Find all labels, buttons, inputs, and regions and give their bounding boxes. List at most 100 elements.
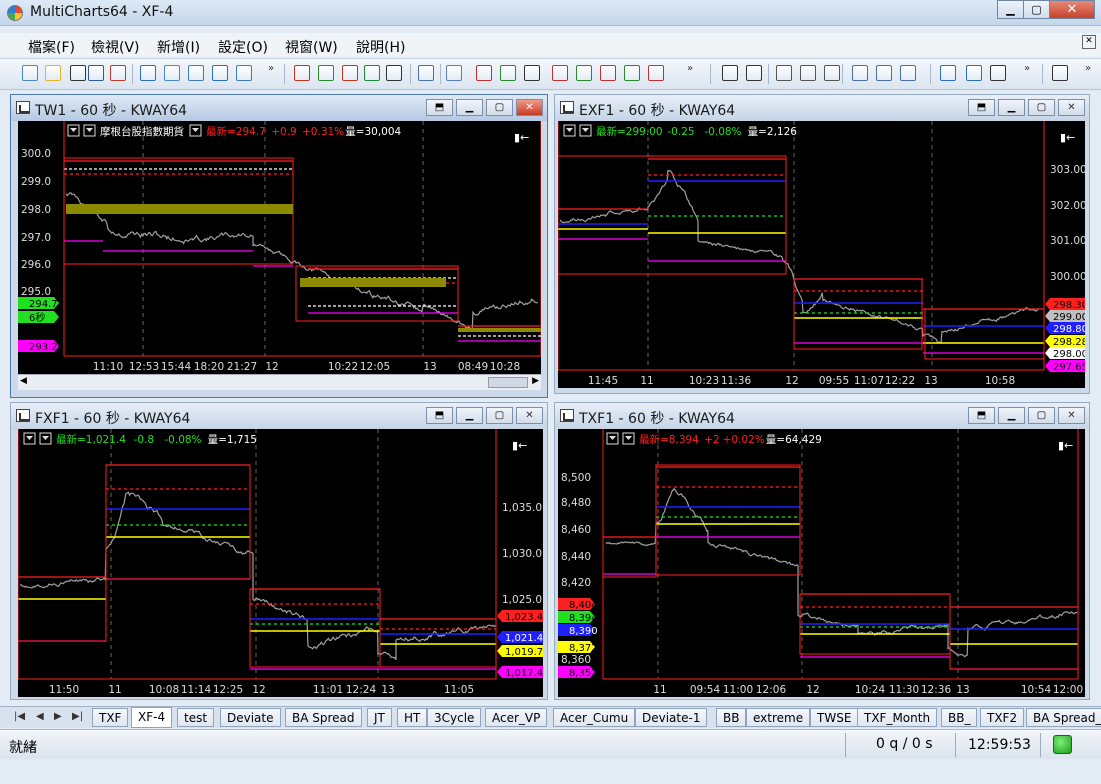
trendline-icon[interactable] bbox=[1052, 65, 1068, 81]
close-button[interactable]: ✕ bbox=[1049, 0, 1095, 19]
dropdown-icon[interactable] bbox=[70, 65, 86, 81]
image-icon[interactable] bbox=[876, 65, 892, 81]
forward-icon[interactable] bbox=[966, 65, 982, 81]
close-icon[interactable]: ✕ bbox=[516, 99, 543, 116]
scanner-icon[interactable] bbox=[164, 65, 180, 81]
close-icon[interactable]: ✕ bbox=[516, 407, 543, 424]
strategy-icon[interactable] bbox=[318, 65, 334, 81]
chart-plot-fxf1[interactable]: 最新=1,021.4 -0.8 -0.08% 量=1,715 ▮← 1,035.0 1,03… bbox=[18, 429, 543, 697]
kagi-icon[interactable] bbox=[576, 65, 592, 81]
draw-dropdown-icon[interactable] bbox=[386, 65, 402, 81]
close-icon[interactable]: ✕ bbox=[1058, 407, 1085, 424]
chart-window-fxf1[interactable]: FXF1 - 60 秒 - KWAY64 ⬒ ▁ ▢ ✕ 最新=1,021.4-… bbox=[10, 402, 548, 700]
study-icon[interactable] bbox=[446, 65, 462, 81]
tab-txf2[interactable]: TXF2 bbox=[980, 708, 1025, 727]
tab-acer-vp[interactable]: Acer_VP bbox=[485, 708, 548, 727]
tab-ba-spread[interactable]: BA Spread bbox=[285, 708, 362, 727]
chart-window-txf1[interactable]: TXF1 - 60 秒 - KWAY64 ⬒ ▁ ▢ ✕ 最新=8,394 +2 +… bbox=[554, 402, 1090, 700]
minimize-icon[interactable]: ▁ bbox=[456, 407, 483, 424]
chart-window-exf1[interactable]: EXF1 - 60 秒 - KWAY64 ⬒ ▁ ▢ ✕ 最新=299.00 -0… bbox=[554, 94, 1090, 394]
toolbar-overflow-icon[interactable]: » bbox=[268, 63, 274, 74]
menu-window[interactable]: 視窗(W) bbox=[285, 37, 338, 57]
renko-icon[interactable] bbox=[600, 65, 616, 81]
dom-icon[interactable] bbox=[188, 65, 204, 81]
restore-icon[interactable]: ▢ bbox=[486, 407, 513, 424]
tab-last-icon[interactable]: ▶| bbox=[72, 711, 83, 722]
tab-prev-icon[interactable]: ◀ bbox=[36, 711, 44, 722]
signal-icon[interactable] bbox=[342, 65, 358, 81]
tab-twse[interactable]: TWSE bbox=[810, 708, 859, 727]
price-chart-svg[interactable]: 最新=8,394 +2 +0.02% 量=64,429 ▮← 8,500 8,480 8,46… bbox=[558, 429, 1085, 697]
format-window-icon[interactable]: ⬒ bbox=[426, 99, 453, 116]
tab-ba-spread-2[interactable]: BA Spread_2 bbox=[1026, 708, 1101, 727]
chart-plot-exf1[interactable]: 最新=299.00 -0.25 -0.08% 量=2,126 ▮← 303.00 302.0… bbox=[558, 121, 1085, 388]
toolbar-overflow-icon[interactable]: » bbox=[687, 63, 693, 74]
format-window-icon[interactable]: ⬒ bbox=[968, 407, 995, 424]
scrollbar-thumb[interactable] bbox=[488, 377, 528, 388]
candle-icon[interactable] bbox=[500, 65, 516, 81]
hourglass-icon[interactable] bbox=[990, 65, 1006, 81]
chart-plot-txf1[interactable]: 最新=8,394 +2 +0.02% 量=64,429 ▮← 8,500 8,480 8,46… bbox=[558, 429, 1085, 697]
minimize-icon[interactable]: ▁ bbox=[998, 99, 1025, 116]
back-icon[interactable] bbox=[940, 65, 956, 81]
tab-xf-4[interactable]: XF-4 bbox=[131, 707, 173, 728]
zoom-out-icon[interactable] bbox=[800, 65, 816, 81]
tab-txf[interactable]: TXF bbox=[92, 708, 129, 727]
crosshair-icon[interactable] bbox=[746, 65, 762, 81]
scroll-left-icon[interactable]: ◀ bbox=[20, 376, 27, 386]
volume-icon[interactable] bbox=[624, 65, 640, 81]
tab-bb-[interactable]: BB_ bbox=[941, 708, 978, 727]
menu-view[interactable]: 檢視(V) bbox=[91, 37, 140, 57]
save-icon[interactable] bbox=[88, 65, 104, 81]
arrow-cursor-icon[interactable] bbox=[722, 65, 738, 81]
tab-deviate-1[interactable]: Deviate-1 bbox=[635, 708, 708, 727]
menu-file[interactable]: 檔案(F) bbox=[28, 37, 75, 57]
menu-settings[interactable]: 設定(O) bbox=[218, 37, 268, 57]
chart-plot-tw1[interactable]: 摩根台股指數期貨 最新=294.7 +0.9 +0.31% 量=30,004 ▮← 300.… bbox=[18, 121, 541, 374]
tab-ht[interactable]: HT bbox=[397, 708, 428, 727]
restore-icon[interactable]: ▢ bbox=[486, 99, 513, 116]
minimize-icon[interactable]: ▁ bbox=[998, 407, 1025, 424]
chart-icon[interactable] bbox=[140, 65, 156, 81]
portfolio-icon[interactable] bbox=[236, 65, 252, 81]
order-icon[interactable] bbox=[212, 65, 228, 81]
close-icon[interactable]: ✕ bbox=[1058, 99, 1085, 116]
price-chart-svg[interactable]: 摩根台股指數期貨 最新=294.7 +0.9 +0.31% 量=30,004 ▮← 300.… bbox=[18, 121, 541, 374]
format-window-icon[interactable]: ⬒ bbox=[426, 407, 453, 424]
tab-extreme[interactable]: extreme bbox=[746, 708, 811, 727]
point-figure-icon[interactable] bbox=[552, 65, 568, 81]
menu-help[interactable]: 說明(H) bbox=[356, 37, 405, 57]
tab-deviate[interactable]: Deviate bbox=[220, 708, 281, 727]
toolbar-overflow-icon[interactable]: » bbox=[1024, 63, 1030, 74]
format-icon[interactable] bbox=[418, 65, 434, 81]
draw-tool-icon[interactable] bbox=[364, 65, 380, 81]
new-workspace-icon[interactable] bbox=[22, 65, 38, 81]
edit-icon[interactable] bbox=[110, 65, 126, 81]
scroll-right-icon[interactable]: ▶ bbox=[532, 376, 539, 386]
toolbar-overflow-icon[interactable]: » bbox=[1085, 63, 1091, 74]
tab-test[interactable]: test bbox=[177, 708, 215, 727]
tab-jt[interactable]: JT bbox=[367, 708, 392, 727]
refresh-icon[interactable] bbox=[900, 65, 916, 81]
price-chart-svg[interactable]: 最新=1,021.4 -0.8 -0.08% 量=1,715 ▮← 1,035.0 1,03… bbox=[18, 429, 543, 697]
tab-3cycle[interactable]: 3Cycle bbox=[427, 708, 482, 727]
minimize-icon[interactable]: ▁ bbox=[456, 99, 483, 116]
menu-insert[interactable]: 新增(I) bbox=[157, 37, 200, 57]
chart-window-tw1[interactable]: TW1 - 60 秒 - KWAY64 ⬒ ▁ ▢ ✕ 摩根台股指數期貨 最新=2… bbox=[10, 94, 548, 398]
format-window-icon[interactable]: ⬒ bbox=[968, 99, 995, 116]
restore-icon[interactable]: ▢ bbox=[1028, 407, 1055, 424]
bar-icon[interactable] bbox=[476, 65, 492, 81]
restore-icon[interactable]: ▢ bbox=[1028, 99, 1055, 116]
tab-next-icon[interactable]: ▶ bbox=[54, 711, 62, 722]
bar-color-icon[interactable] bbox=[648, 65, 664, 81]
mdi-close-icon[interactable]: ✕ bbox=[1082, 35, 1096, 49]
minimize-button[interactable]: ▁ bbox=[997, 0, 1024, 19]
tab-txf-month[interactable]: TXF_Month bbox=[857, 708, 938, 727]
open-folder-icon[interactable] bbox=[45, 65, 61, 81]
maximize-button[interactable]: ▢ bbox=[1023, 0, 1050, 19]
zoom-in-icon[interactable] bbox=[776, 65, 792, 81]
zoom-fit-icon[interactable] bbox=[824, 65, 840, 81]
price-chart-svg[interactable]: 最新=299.00 -0.25 -0.08% 量=2,126 ▮← 303.00 302.0… bbox=[558, 121, 1085, 388]
tab-acer-cumu[interactable]: Acer_Cumu bbox=[553, 708, 636, 727]
tab-first-icon[interactable]: |◀ bbox=[14, 711, 25, 722]
